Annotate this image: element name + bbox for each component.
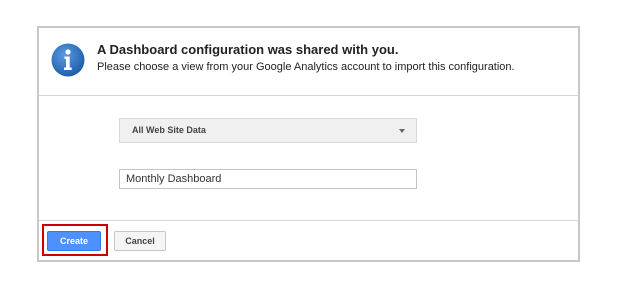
dialog-subtitle: Please choose a view from your Google An… xyxy=(97,61,515,73)
dialog-footer-divider xyxy=(39,220,578,221)
cancel-button[interactable]: Cancel xyxy=(114,231,166,251)
dashboard-name-input[interactable] xyxy=(119,169,417,189)
import-dashboard-dialog: A Dashboard configuration was shared wit… xyxy=(37,26,580,262)
info-icon xyxy=(51,43,85,77)
dialog-title: A Dashboard configuration was shared wit… xyxy=(97,42,399,57)
chevron-down-icon xyxy=(399,129,405,133)
dialog-header: A Dashboard configuration was shared wit… xyxy=(39,28,578,96)
view-select-value: All Web Site Data xyxy=(132,125,206,135)
view-select-dropdown[interactable]: All Web Site Data xyxy=(119,118,417,143)
create-button[interactable]: Create xyxy=(47,231,101,251)
